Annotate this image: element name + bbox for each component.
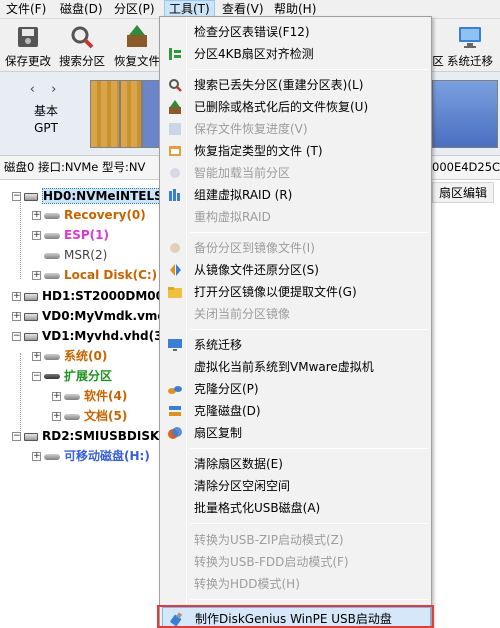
- tree-disk-vd0[interactable]: + VD0:MyVmdk.vmd: [12, 307, 166, 326]
- menu-item-open-partition-image[interactable]: 打开分区镜像以便提取文件(G): [162, 281, 431, 303]
- collapse-icon[interactable]: −: [12, 192, 21, 201]
- partition-block-esp[interactable]: [120, 80, 142, 148]
- menu-item-virtualize-to-vmware[interactable]: 虚拟化当前系统到VMware虚拟机: [162, 356, 431, 378]
- menu-item-save-recovery-progress[interactable]: 保存文件恢复进度(V): [162, 118, 431, 140]
- menu-item-rebuild-virtual-raid[interactable]: 重构虚拟RAID: [162, 206, 431, 228]
- migrate-icon: [167, 337, 183, 353]
- recover-box-icon: [123, 23, 151, 51]
- expand-icon[interactable]: +: [32, 271, 41, 280]
- usb-disk-icon: [24, 432, 38, 441]
- partition-icon: [44, 212, 60, 219]
- system-migrate-button[interactable]: 系统迁移: [442, 21, 498, 69]
- menu-item-convert-usb-fdd[interactable]: 转换为USB-FDD启动模式(F): [162, 551, 431, 573]
- highlight-annotation: [157, 605, 434, 628]
- clone-disk-icon: [167, 403, 183, 419]
- tree-partition-esp[interactable]: + ESP(1): [32, 226, 109, 245]
- filetype-icon: [167, 143, 183, 159]
- extended-partition-icon: [44, 374, 60, 379]
- tree-partition-removable[interactable]: + 可移动磁盘(H:): [32, 447, 150, 466]
- menu-item-smart-load-partition[interactable]: 智能加载当前分区: [162, 162, 431, 184]
- partition-block-msr[interactable]: [142, 80, 160, 148]
- search-icon: [167, 77, 183, 93]
- tree-partition-recovery[interactable]: + Recovery(0): [32, 206, 146, 225]
- tree-disk-vd1[interactable]: − VD1:Myvhd.vhd(32: [12, 327, 171, 346]
- expand-icon[interactable]: +: [12, 312, 21, 321]
- collapse-icon[interactable]: −: [12, 332, 21, 341]
- virtual-disk-icon: [24, 312, 38, 321]
- menu-item-sector-copy[interactable]: 扇区复制: [162, 422, 431, 444]
- menu-item-restore-from-image[interactable]: 从镜像文件还原分区(S): [162, 259, 431, 281]
- partition-block-recovery[interactable]: [90, 80, 120, 148]
- partition-icon: [44, 232, 60, 239]
- align-icon: [167, 46, 183, 62]
- partition-icon: [44, 353, 60, 360]
- menu-item-clone-partition[interactable]: 克隆分区(P): [162, 378, 431, 400]
- raid-icon: [167, 187, 183, 203]
- tab-sector-edit[interactable]: 扇区编辑: [432, 182, 495, 203]
- partition-icon: [44, 272, 60, 279]
- magnifier-icon: [68, 23, 96, 51]
- menu-item-recover-deleted-files[interactable]: 已删除或格式化后的文件恢复(U): [162, 96, 431, 118]
- tree-partition-software[interactable]: + 软件(4): [52, 387, 127, 406]
- menu-item-close-partition-image[interactable]: 关闭当前分区镜像: [162, 303, 431, 325]
- recover-files-button[interactable]: 恢复文件: [112, 21, 162, 69]
- tools-dropdown-menu: 检查分区表错误(F12) 分区4KB扇区对齐检测 搜索已丢失分区(重建分区表)(…: [159, 16, 432, 628]
- tree-partition-msr[interactable]: MSR(2): [32, 246, 107, 265]
- menu-item-wipe-sectors[interactable]: 清除扇区数据(E): [162, 453, 431, 475]
- menu-item-build-virtual-raid[interactable]: 组建虚拟RAID (R): [162, 184, 431, 206]
- save-icon: [167, 121, 183, 137]
- expand-icon[interactable]: +: [32, 211, 41, 220]
- backup-icon: [167, 240, 183, 256]
- load-icon: [167, 165, 183, 181]
- menu-item-wipe-free-space[interactable]: 清除分区空闲空间: [162, 475, 431, 497]
- monitor-icon: [456, 23, 484, 51]
- expand-icon[interactable]: +: [32, 352, 41, 361]
- partition-icon: [64, 393, 80, 400]
- sector-copy-icon: [167, 425, 183, 441]
- save-disk-icon: [14, 23, 42, 51]
- restore-icon: [167, 262, 183, 278]
- menu-item-check-partition-table[interactable]: 检查分区表错误(F12): [162, 21, 431, 43]
- expand-icon[interactable]: +: [12, 292, 21, 301]
- tree-disk-rd2[interactable]: − RD2:SMIUSBDISK(: [12, 427, 165, 446]
- save-changes-button[interactable]: 保存更改: [2, 21, 54, 69]
- menu-item-backup-to-image[interactable]: 备份分区到镜像文件(I): [162, 237, 431, 259]
- menu-item-batch-format-usb[interactable]: 批量格式化USB磁盘(A): [162, 497, 431, 519]
- menu-partition[interactable]: 分区(P): [110, 0, 159, 19]
- virtual-disk-icon: [24, 332, 38, 341]
- menu-item-convert-usb-zip[interactable]: 转换为USB-ZIP启动模式(Z): [162, 529, 431, 551]
- menu-disk[interactable]: 磁盘(D): [56, 0, 107, 19]
- menu-item-convert-hdd[interactable]: 转换为HDD模式(H): [162, 573, 431, 595]
- tree-disk-hd1[interactable]: + HD1:ST2000DM008: [12, 287, 172, 306]
- partition-icon: [44, 252, 60, 259]
- clone-part-icon: [167, 381, 183, 397]
- disk-prev-next-arrows[interactable]: ‹ ›: [26, 82, 66, 97]
- partition-block-c[interactable]: [432, 80, 498, 148]
- partition-icon: [64, 413, 80, 420]
- search-partition-button[interactable]: 搜索分区: [56, 21, 108, 69]
- tree-extended-partition[interactable]: − 扩展分区: [32, 367, 112, 386]
- folder-icon: [167, 284, 183, 300]
- menu-item-recover-by-type[interactable]: 恢复指定类型的文件 (T): [162, 140, 431, 162]
- expand-icon[interactable]: +: [52, 412, 61, 421]
- hard-disk-icon: [24, 192, 38, 201]
- collapse-icon[interactable]: −: [32, 372, 41, 381]
- menu-item-system-migrate[interactable]: 系统迁移: [162, 334, 431, 356]
- menu-item-clone-disk[interactable]: 克隆磁盘(D): [162, 400, 431, 422]
- collapse-icon[interactable]: −: [12, 432, 21, 441]
- partition-icon: [44, 453, 60, 460]
- expand-icon[interactable]: +: [32, 452, 41, 461]
- hard-disk-icon: [24, 292, 38, 301]
- expand-icon[interactable]: +: [52, 392, 61, 401]
- tree-partition-system[interactable]: + 系统(0): [32, 347, 107, 366]
- menu-item-search-lost-partitions[interactable]: 搜索已丢失分区(重建分区表)(L): [162, 74, 431, 96]
- expand-icon[interactable]: +: [32, 231, 41, 240]
- menu-item-4k-align-check[interactable]: 分区4KB扇区对齐检测: [162, 43, 431, 65]
- tree-disk-hd0[interactable]: − HD0:NVMeINTELS: [12, 187, 167, 206]
- tree-partition-docs[interactable]: + 文档(5): [52, 407, 127, 426]
- recover-icon: [167, 99, 183, 115]
- disk-navigator[interactable]: ‹ › 基本 GPT: [26, 82, 66, 135]
- menu-file[interactable]: 文件(F): [2, 0, 50, 19]
- tree-partition-c[interactable]: + Local Disk(C:): [32, 266, 157, 285]
